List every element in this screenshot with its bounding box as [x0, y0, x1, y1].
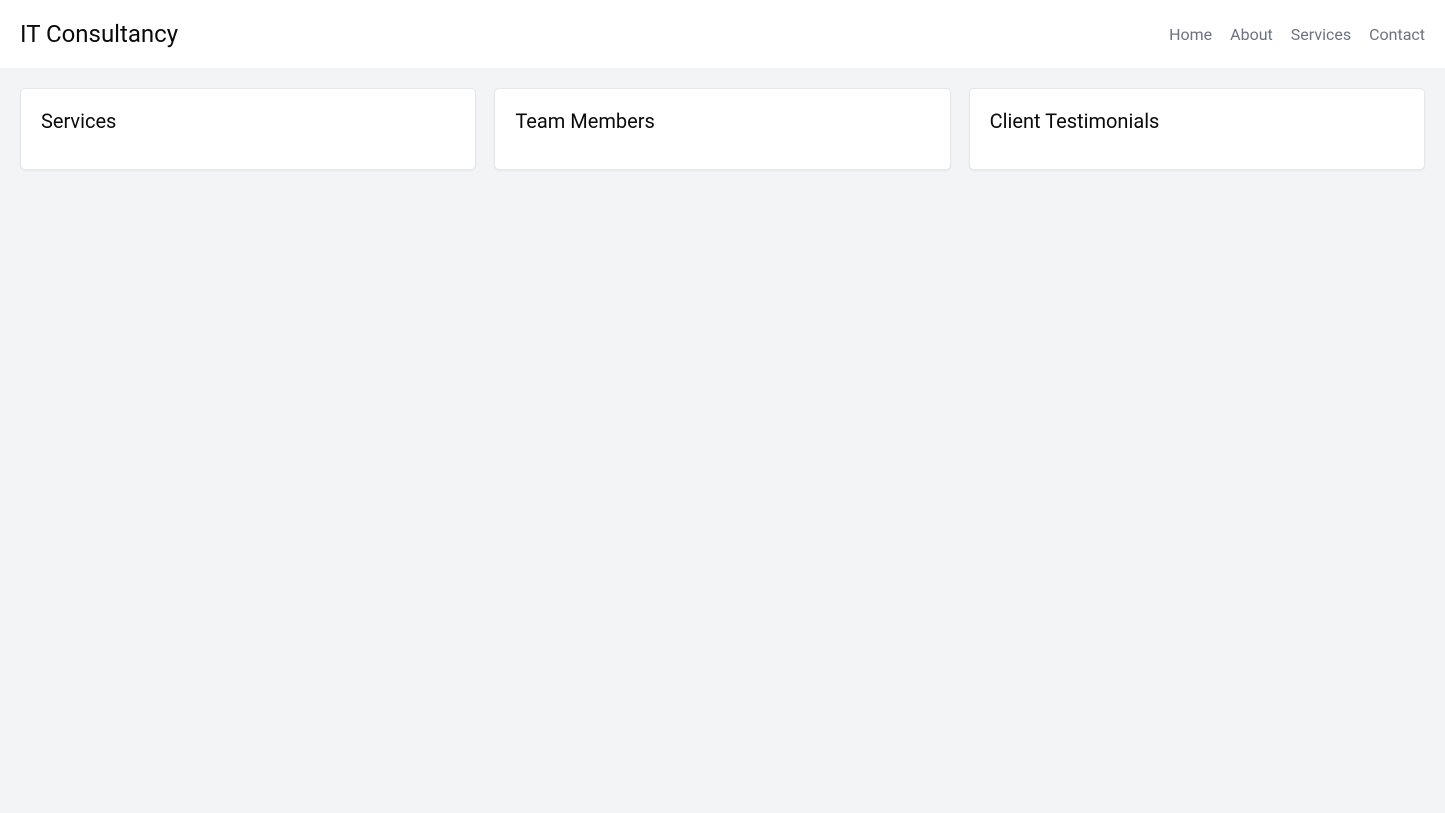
nav-contact[interactable]: Contact: [1369, 25, 1425, 44]
testimonials-title: Client Testimonials: [990, 109, 1404, 133]
nav-about[interactable]: About: [1230, 25, 1273, 44]
main-nav: Home About Services Contact: [1169, 25, 1425, 44]
site-logo: IT Consultancy: [20, 20, 178, 48]
services-title: Services: [41, 109, 455, 133]
team-title: Team Members: [515, 109, 929, 133]
nav-services[interactable]: Services: [1291, 25, 1351, 44]
services-card: Services: [20, 88, 476, 170]
header: IT Consultancy Home About Services Conta…: [0, 0, 1445, 68]
testimonials-card: Client Testimonials: [969, 88, 1425, 170]
main-content: Services Team Members Client Testimonial…: [0, 68, 1445, 190]
nav-home[interactable]: Home: [1169, 25, 1212, 44]
team-card: Team Members: [494, 88, 950, 170]
